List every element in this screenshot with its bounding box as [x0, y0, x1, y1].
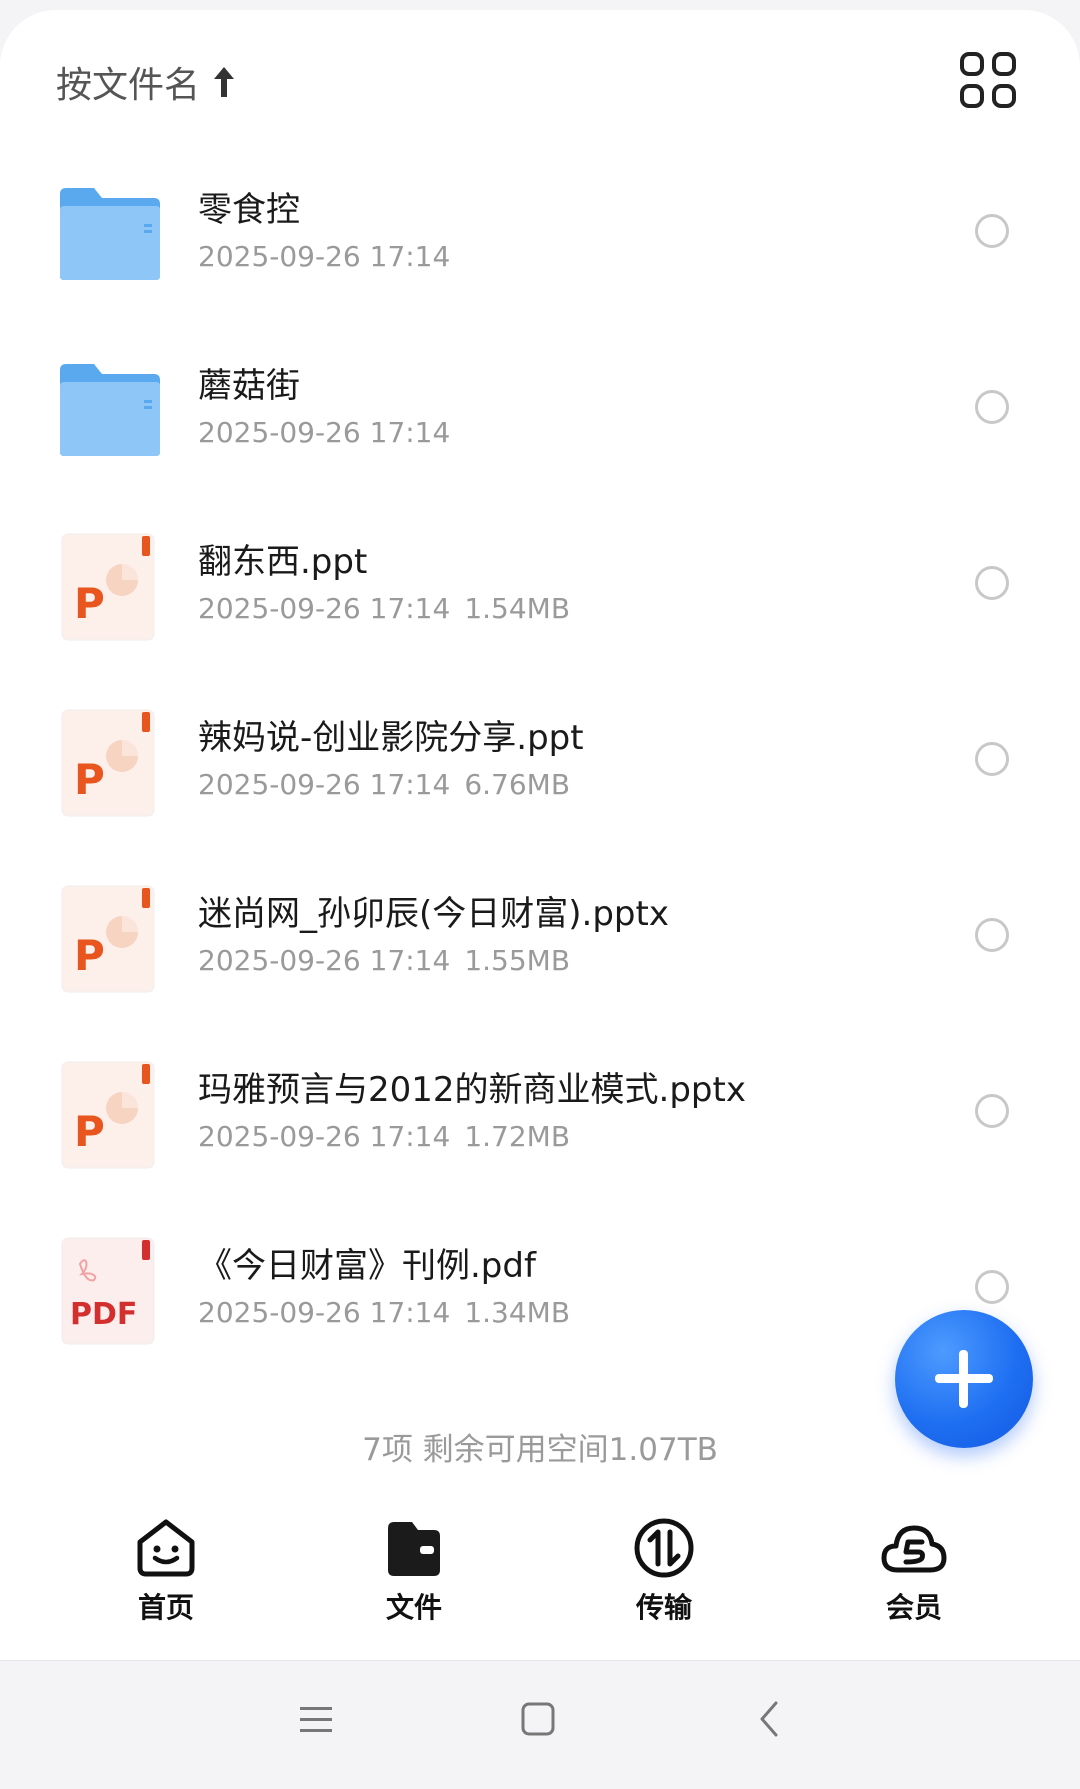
tab-label: 会员 — [885, 1591, 942, 1624]
add-button[interactable] — [895, 1310, 1033, 1448]
ppt-file-icon: P — [61, 533, 155, 641]
tab-vip[interactable]: 会员 — [834, 1512, 994, 1660]
svg-text:P: P — [74, 931, 105, 980]
svg-text:PDF: PDF — [70, 1297, 137, 1332]
menu-icon[interactable] — [298, 1701, 334, 1737]
file-meta: 2025-09-26 17:14 — [198, 240, 450, 273]
tab-label: 文件 — [385, 1591, 442, 1624]
file-size: 1.34MB — [464, 1296, 571, 1329]
file-size: 1.54MB — [464, 592, 571, 625]
file-name: 零食控 — [198, 190, 300, 230]
file-date: 2025-09-26 17:14 — [198, 768, 451, 801]
file-date: 2025-09-26 17:14 — [198, 1120, 451, 1153]
tab-transfer[interactable]: 传输 — [584, 1512, 744, 1660]
select-radio[interactable] — [975, 1270, 1009, 1304]
file-date: 2025-09-26 17:14 — [198, 592, 451, 625]
tab-home[interactable]: 首页 — [86, 1512, 246, 1660]
sort-label: 按文件名 — [56, 65, 201, 106]
select-radio[interactable] — [975, 918, 1009, 952]
select-radio[interactable] — [975, 390, 1009, 424]
pdf-file-icon: PDF — [61, 1237, 155, 1345]
cloud-vip-icon — [881, 1525, 947, 1573]
file-name: 迷尚网_孙卯辰(今日财富).pptx — [198, 894, 669, 934]
folder-icon — [60, 364, 160, 456]
home-square-icon[interactable] — [520, 1701, 556, 1737]
ppt-file-icon: P — [61, 885, 155, 993]
file-meta: 2025-09-26 17:14 — [198, 416, 450, 449]
select-radio[interactable] — [975, 566, 1009, 600]
file-date: 2025-09-26 17:14 — [198, 416, 451, 449]
file-meta: 2025-09-26 17:14 1.72MB — [198, 1120, 570, 1153]
list-item[interactable]: P 辣妈说-创业影院分享.ppt 2025-09-26 17:14 6.76MB — [0, 676, 1080, 852]
file-browser-sheet: 按文件名 零食控 2025-09-26 17:14 蘑菇街 2025-09-26… — [0, 10, 1080, 1660]
select-radio[interactable] — [975, 1094, 1009, 1128]
svg-text:P: P — [74, 755, 105, 804]
system-navigation-bar — [0, 1660, 1080, 1789]
wallet-folder-icon — [388, 1522, 440, 1576]
file-meta: 2025-09-26 17:14 1.34MB — [198, 1296, 570, 1329]
back-icon[interactable] — [752, 1701, 788, 1737]
file-meta: 2025-09-26 17:14 6.76MB — [198, 768, 570, 801]
list-item[interactable]: 零食控 2025-09-26 17:14 — [0, 148, 1080, 324]
file-name: 玛雅预言与2012的新商业模式.pptx — [198, 1070, 746, 1110]
file-date: 2025-09-26 17:14 — [198, 240, 451, 273]
file-meta: 2025-09-26 17:14 1.55MB — [198, 944, 570, 977]
list-item[interactable]: P 迷尚网_孙卯辰(今日财富).pptx 2025-09-26 17:14 1.5… — [0, 852, 1080, 1028]
ppt-file-icon: P — [61, 709, 155, 817]
list-item[interactable]: P 翻东西.ppt 2025-09-26 17:14 1.54MB — [0, 500, 1080, 676]
file-name: 翻东西.ppt — [198, 542, 368, 582]
file-name: 辣妈说-创业影院分享.ppt — [198, 718, 584, 758]
list-item[interactable]: P 玛雅预言与2012的新商业模式.pptx 2025-09-26 17:14 1… — [0, 1028, 1080, 1204]
transfer-icon — [634, 1518, 694, 1578]
file-size: 6.76MB — [464, 768, 571, 801]
tab-label: 首页 — [137, 1591, 194, 1624]
sort-control[interactable]: 按文件名 — [56, 54, 238, 110]
select-radio[interactable] — [975, 742, 1009, 776]
arrow-up-icon — [214, 67, 235, 97]
list-item[interactable]: 蘑菇街 2025-09-26 17:14 — [0, 324, 1080, 500]
file-list: 零食控 2025-09-26 17:14 蘑菇街 2025-09-26 17:1… — [0, 148, 1080, 1380]
svg-text:P: P — [74, 1107, 105, 1156]
file-size: 1.55MB — [464, 944, 571, 977]
tab-label: 传输 — [635, 1591, 692, 1624]
bottom-tab-bar: 首页 文件 传输 会员 — [0, 1512, 1080, 1660]
grid-view-icon[interactable] — [956, 48, 1020, 112]
svg-text:P: P — [74, 579, 105, 628]
file-date: 2025-09-26 17:14 — [198, 944, 451, 977]
file-name: 蘑菇街 — [198, 366, 300, 406]
file-meta: 2025-09-26 17:14 1.54MB — [198, 592, 570, 625]
ppt-file-icon: P — [61, 1061, 155, 1169]
tab-files[interactable]: 文件 — [334, 1512, 494, 1660]
folder-icon — [60, 188, 160, 280]
file-date: 2025-09-26 17:14 — [198, 1296, 451, 1329]
file-name: 《今日财富》刊例.pdf — [198, 1246, 536, 1286]
file-size: 1.72MB — [464, 1120, 571, 1153]
home-smile-icon — [137, 1519, 195, 1577]
select-radio[interactable] — [975, 214, 1009, 248]
